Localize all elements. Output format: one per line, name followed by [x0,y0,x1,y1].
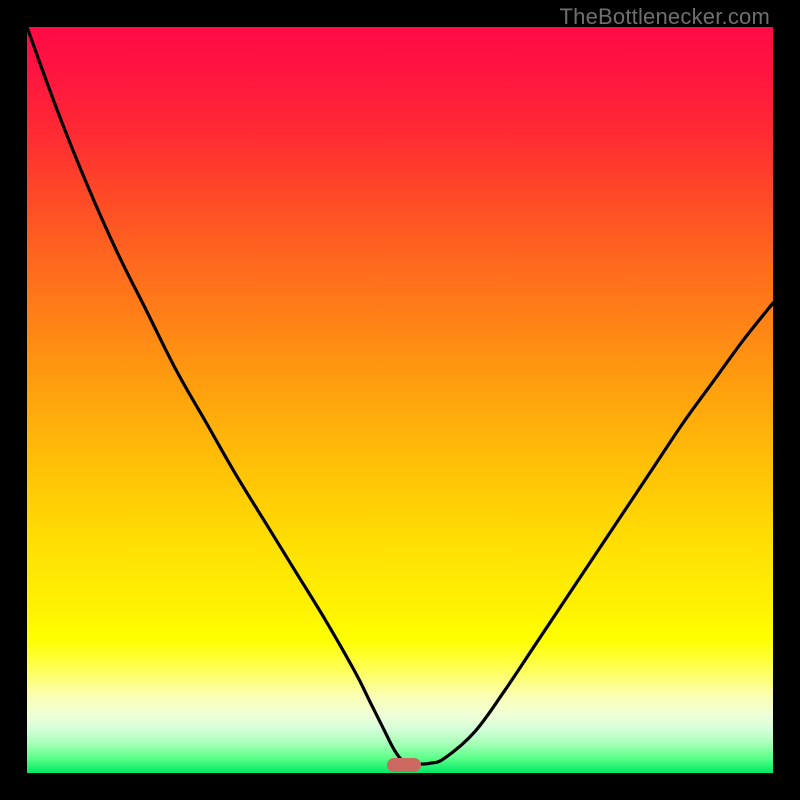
bottleneck-curve [27,27,773,773]
plot-area [27,27,773,773]
chart-frame: TheBottlenecker.com [0,0,800,800]
optimal-marker [387,758,421,772]
